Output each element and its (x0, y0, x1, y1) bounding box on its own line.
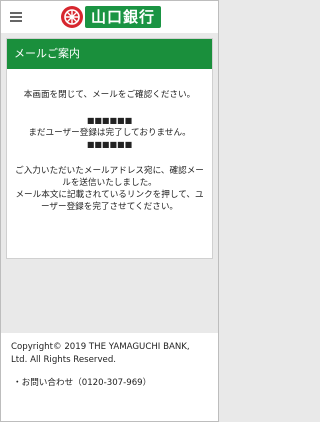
mail-sent-text: ご入力いただいたメールアドレス宛に、確認メールを送信いたしました。 (15, 166, 204, 188)
masked-text: ■■■■■■ (86, 140, 133, 149)
registration-status-text: まだユーザー登録は完了しておりません。 (28, 128, 191, 138)
app-header: 山口銀行 (1, 1, 218, 33)
page: 山口銀行 メールご案内 本画面を閉じて、メールをご確認ください。 ■■■■■■ … (0, 0, 219, 422)
bank-logo[interactable]: 山口銀行 (61, 5, 162, 29)
link-instruction-text: メール本文に記載されているリンクを押して、ユーザー登録を完了させてください。 (15, 190, 204, 212)
copyright-text: Copyright© 2019 THE YAMAGUCHI BANK, Ltd.… (11, 342, 190, 365)
card-body: 本画面を閉じて、メールをご確認ください。 ■■■■■■ まだユーザー登録は完了し… (7, 69, 212, 213)
mail-notice-card: メールご案内 本画面を閉じて、メールをご確認ください。 ■■■■■■ まだユーザ… (6, 38, 213, 259)
bank-logo-mark-icon (61, 6, 83, 28)
hamburger-menu-icon[interactable] (10, 12, 22, 22)
bank-logo-text: 山口銀行 (85, 6, 162, 28)
card-title: メールご案内 (7, 39, 212, 69)
instruction-text: 本画面を閉じて、メールをご確認ください。 (23, 90, 196, 100)
page-footer: Copyright© 2019 THE YAMAGUCHI BANK, Ltd.… (1, 333, 218, 421)
masked-text: ■■■■■■ (86, 116, 133, 125)
contact-link[interactable]: ・お問い合わせ（0120-307-969） (1, 367, 218, 390)
